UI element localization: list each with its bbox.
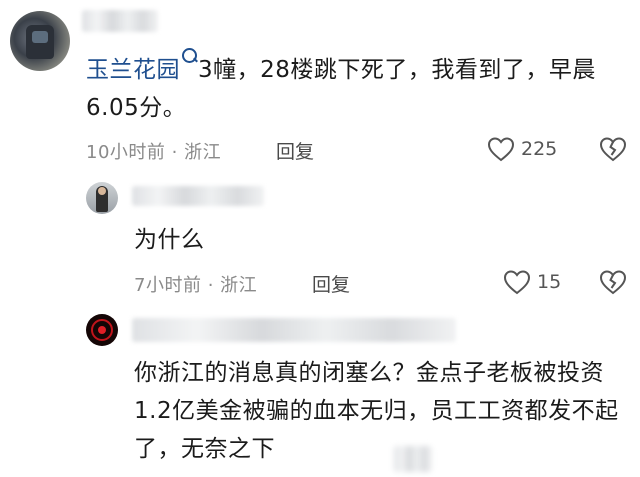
comment-text: 你浙江的消息真的闭塞么？金点子老板被投资1.2亿美金被骗的血本无归，员工工资都发… xyxy=(134,360,619,462)
heart-outline-icon[interactable] xyxy=(487,136,515,162)
comment-text: 玉兰花园 3幢，28楼跳下死了，我看到了，早晨6.05分。 xyxy=(86,48,632,127)
comment-location: 浙江 xyxy=(220,275,258,296)
comment-time: 7小时前 xyxy=(134,275,202,296)
like-count: 225 xyxy=(521,138,558,160)
blurred-username xyxy=(82,10,158,32)
comment-meta: 10小时前 · 浙江 xyxy=(86,138,221,164)
meta-separator: · xyxy=(207,275,214,296)
comment-location: 浙江 xyxy=(184,142,222,163)
broken-heart-icon[interactable] xyxy=(599,269,627,295)
broken-heart-icon[interactable] xyxy=(599,136,627,162)
blurred-text xyxy=(394,446,432,472)
reply-button[interactable]: 回复 xyxy=(312,270,350,297)
user-avatar[interactable] xyxy=(86,314,118,346)
comment-time: 10小时前 xyxy=(86,142,166,163)
like-count: 15 xyxy=(537,271,562,293)
blurred-username xyxy=(132,186,264,206)
location-mention[interactable]: 玉兰花园 xyxy=(86,48,198,83)
reply-button[interactable]: 回复 xyxy=(276,137,314,164)
user-avatar[interactable] xyxy=(10,11,70,71)
comment-text: 为什么 xyxy=(134,227,205,253)
search-icon xyxy=(182,48,197,63)
user-avatar[interactable] xyxy=(86,182,118,214)
blurred-username xyxy=(132,318,456,342)
meta-separator: · xyxy=(171,142,178,163)
heart-outline-icon[interactable] xyxy=(503,269,531,295)
comment-meta: 7小时前 · 浙江 xyxy=(134,271,257,297)
